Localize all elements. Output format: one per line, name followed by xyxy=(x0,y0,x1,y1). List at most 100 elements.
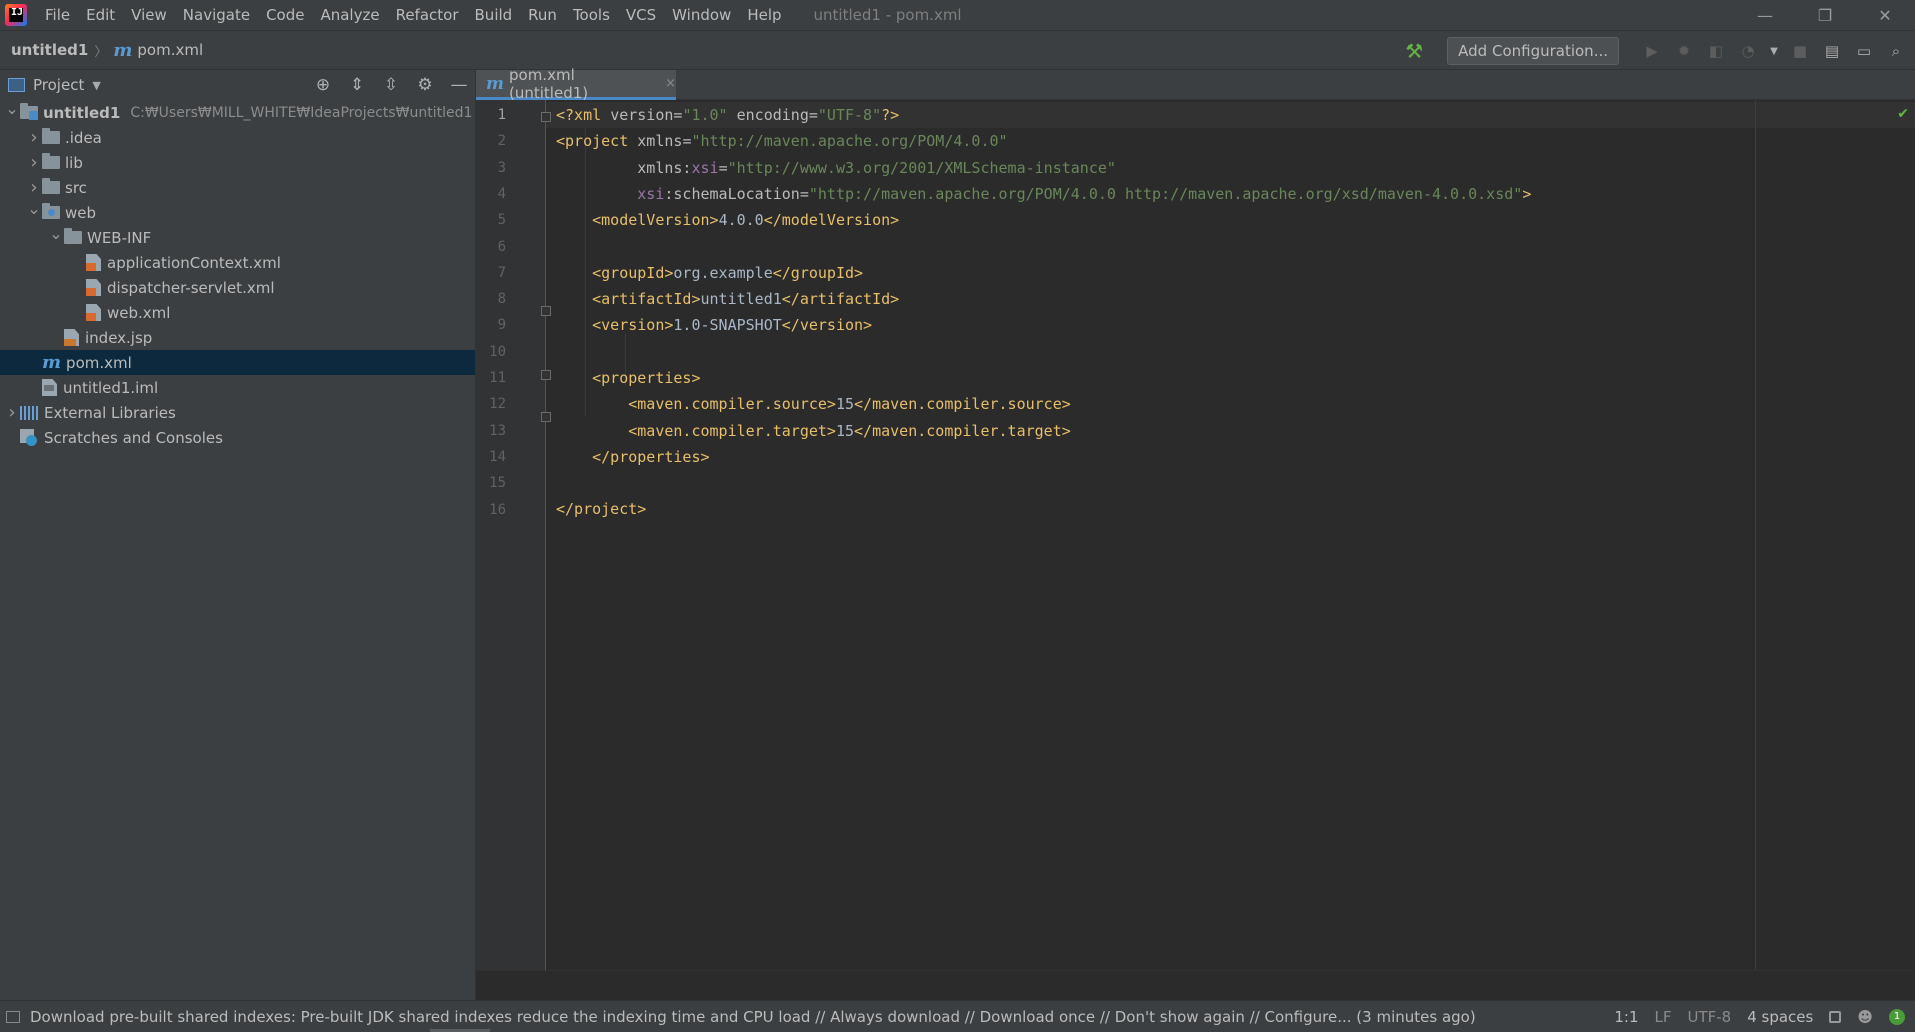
tree-item[interactable]: › lib xyxy=(0,150,475,175)
project-view-selector[interactable]: Project xyxy=(33,76,84,94)
notifications-badge[interactable]: 1 xyxy=(1889,1009,1905,1025)
line-number[interactable]: 5 xyxy=(476,207,506,233)
line-number[interactable]: 14 xyxy=(476,444,506,470)
web-folder-icon xyxy=(42,203,60,219)
right-margin-guide xyxy=(1755,100,1756,970)
tree-item[interactable]: m pom.xml xyxy=(0,350,475,375)
inspection-ok-check-icon[interactable]: ✔ xyxy=(1897,106,1909,122)
project-pane-header: Project ▼ ⊕ ⇕ ⇳ ⚙ — xyxy=(0,70,475,100)
code-with-me-icon[interactable]: ▭ xyxy=(1853,40,1875,62)
menu-tools[interactable]: Tools xyxy=(565,0,618,30)
restore-button[interactable]: ❐ xyxy=(1795,0,1855,30)
chevron-right-icon[interactable]: › xyxy=(26,152,42,173)
tree-item[interactable]: ⌄ web xyxy=(0,199,475,225)
chevron-right-icon[interactable]: › xyxy=(26,127,42,148)
collapse-all-icon[interactable]: ⇳ xyxy=(381,75,401,95)
debug-icon[interactable]: ✹ xyxy=(1673,40,1695,62)
line-number[interactable]: 4 xyxy=(476,181,506,207)
fold-marker-icon[interactable] xyxy=(541,412,551,422)
profile-icon[interactable]: ◔ xyxy=(1737,40,1759,62)
stop-icon[interactable]: ■ xyxy=(1789,40,1811,62)
code-editor[interactable]: 1 2 3 4 5 6 7 8 9 10 11 12 13 14 15 16 <?xml version="1… xyxy=(476,100,1915,970)
line-number[interactable]: 16 xyxy=(476,497,506,523)
caret-position[interactable]: 1:1 xyxy=(1614,1008,1638,1026)
tree-item[interactable]: › External Libraries xyxy=(0,400,475,425)
tree-item-label: index.jsp xyxy=(85,328,153,347)
hide-pane-icon[interactable]: — xyxy=(449,75,469,95)
add-configuration-button[interactable]: Add Configuration... xyxy=(1447,37,1619,65)
navigation-bar: untitled1 〉 m pom.xml ⚒ Add Configuratio… xyxy=(0,30,1915,70)
tree-item[interactable]: ⌄ WEB-INF xyxy=(0,224,475,250)
gear-icon[interactable]: ⚙ xyxy=(415,75,435,95)
tree-item[interactable]: › src xyxy=(0,175,475,200)
chevron-down-icon[interactable]: ⌄ xyxy=(26,199,42,218)
menu-code[interactable]: Code xyxy=(258,0,312,30)
chevron-down-icon[interactable]: ▼ xyxy=(92,79,100,92)
chevron-down-icon[interactable]: ⌄ xyxy=(4,99,20,118)
window-title: untitled1 - pom.xml xyxy=(813,6,962,24)
chevron-down-icon[interactable]: ⌄ xyxy=(48,224,64,243)
tree-item[interactable]: ⌄ untitled1 C:₩Users₩MILL_WHITE₩IdeaProjec… xyxy=(0,99,475,125)
iml-file-icon xyxy=(42,379,57,396)
line-number[interactable]: 15 xyxy=(476,470,506,496)
chevron-right-icon[interactable]: › xyxy=(4,402,20,423)
tree-item[interactable]: dispatcher-servlet.xml xyxy=(0,275,475,300)
coverage-icon[interactable]: ◧ xyxy=(1705,40,1727,62)
breadcrumb-project[interactable]: untitled1 xyxy=(11,41,88,59)
editor-horizontal-scroll-area[interactable] xyxy=(476,970,1915,1000)
close-tab-icon[interactable]: × xyxy=(665,76,676,91)
chevron-right-icon[interactable]: › xyxy=(26,177,42,198)
tree-item[interactable]: applicationContext.xml xyxy=(0,250,475,275)
menu-edit[interactable]: Edit xyxy=(78,0,123,30)
menu-navigate[interactable]: Navigate xyxy=(175,0,258,30)
menu-vcs[interactable]: VCS xyxy=(618,0,664,30)
menu-file[interactable]: File xyxy=(37,0,78,30)
tab-pom-xml[interactable]: m pom.xml (untitled1) × xyxy=(476,66,676,102)
breadcrumb-file[interactable]: m pom.xml xyxy=(113,40,203,61)
menu-help[interactable]: Help xyxy=(739,0,789,30)
inspection-profile-icon[interactable]: ☻ xyxy=(1857,1008,1873,1026)
line-number[interactable]: 3 xyxy=(476,155,506,181)
expand-all-icon[interactable]: ⇕ xyxy=(347,75,367,95)
menu-window[interactable]: Window xyxy=(664,0,739,30)
menu-build[interactable]: Build xyxy=(467,0,521,30)
status-message[interactable]: Download pre-built shared indexes: Pre-b… xyxy=(30,1008,1476,1026)
line-number[interactable]: 9 xyxy=(476,312,506,338)
menu-refactor[interactable]: Refactor xyxy=(388,0,467,30)
line-number[interactable]: 8 xyxy=(476,286,506,312)
tree-item[interactable]: index.jsp xyxy=(0,325,475,350)
line-number[interactable]: 1 xyxy=(476,102,506,128)
tool-windows-toggle-icon[interactable] xyxy=(6,1010,20,1023)
read-only-lock-icon[interactable] xyxy=(1829,1011,1842,1023)
search-everywhere-icon[interactable]: ⌕ xyxy=(1885,40,1907,62)
code-line-14: </properties> xyxy=(592,447,710,466)
tree-item[interactable]: untitled1.iml xyxy=(0,375,475,400)
line-separator[interactable]: LF xyxy=(1654,1008,1671,1026)
close-window-button[interactable]: ✕ xyxy=(1855,0,1915,30)
tree-item-label: applicationContext.xml xyxy=(107,253,281,272)
menu-run[interactable]: Run xyxy=(520,0,565,30)
minimize-button[interactable]: — xyxy=(1735,0,1795,30)
tree-item[interactable]: › .idea xyxy=(0,125,475,150)
line-number[interactable]: 6 xyxy=(476,234,506,260)
line-number[interactable]: 13 xyxy=(476,418,506,444)
line-number[interactable]: 11 xyxy=(476,365,506,391)
line-number[interactable]: 12 xyxy=(476,391,506,417)
locate-file-icon[interactable]: ⊕ xyxy=(313,75,333,95)
tree-item[interactable]: web.xml xyxy=(0,300,475,325)
line-number[interactable]: 7 xyxy=(476,260,506,286)
build-hammer-icon[interactable]: ⚒ xyxy=(1405,39,1423,63)
project-structure-icon[interactable]: ▤ xyxy=(1821,40,1843,62)
line-number[interactable]: 2 xyxy=(476,128,506,154)
menu-view[interactable]: View xyxy=(123,0,175,30)
indent-setting[interactable]: 4 spaces xyxy=(1747,1008,1813,1026)
run-dropdown-icon[interactable]: ▼ xyxy=(1769,40,1779,62)
line-number[interactable]: 10 xyxy=(476,339,506,365)
tree-item[interactable]: Scratches and Consoles xyxy=(0,425,475,450)
run-icon[interactable]: ▶ xyxy=(1641,40,1663,62)
fold-marker-icon[interactable] xyxy=(541,306,551,316)
fold-marker-icon[interactable] xyxy=(541,370,551,380)
menu-analyze[interactable]: Analyze xyxy=(312,0,387,30)
file-encoding[interactable]: UTF-8 xyxy=(1687,1008,1731,1026)
fold-marker-icon[interactable] xyxy=(541,112,551,122)
